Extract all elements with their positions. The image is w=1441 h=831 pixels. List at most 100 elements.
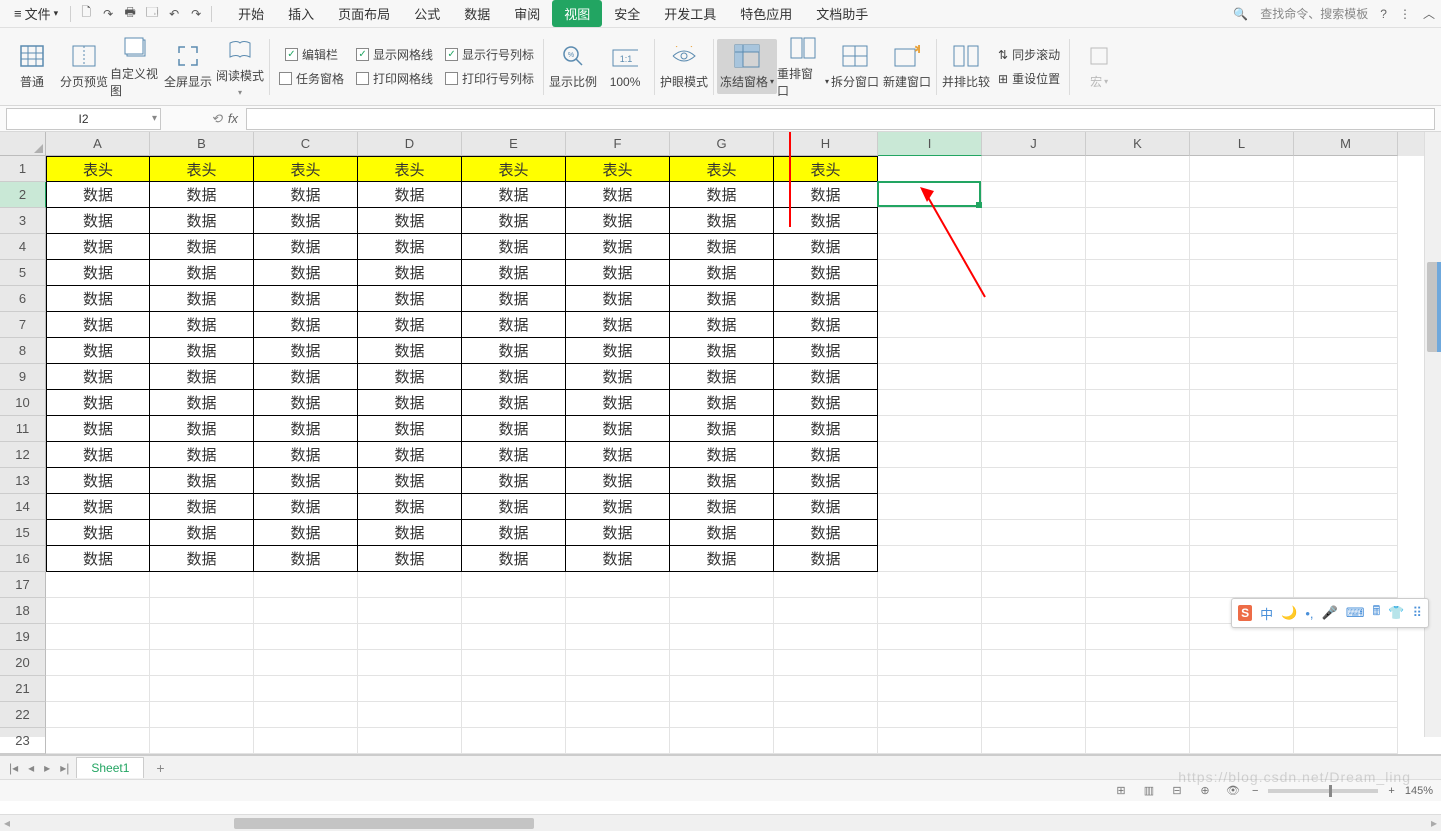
cell[interactable] (150, 728, 254, 754)
tab-开始[interactable]: 开始 (226, 0, 276, 27)
eye-protect-button[interactable]: 护眼模式 (658, 43, 710, 90)
cell[interactable]: 表头 (774, 156, 878, 182)
cell[interactable] (1190, 572, 1294, 598)
cell[interactable]: 数据 (358, 364, 462, 390)
cell[interactable]: 数据 (46, 416, 150, 442)
cell[interactable] (878, 208, 982, 234)
row-header-9[interactable]: 9 (0, 364, 46, 390)
cell[interactable]: 数据 (774, 338, 878, 364)
cell[interactable] (982, 728, 1086, 754)
tab-公式[interactable]: 公式 (402, 0, 452, 27)
formula-input[interactable] (246, 108, 1435, 130)
row-header-6[interactable]: 6 (0, 286, 46, 312)
cell[interactable]: 数据 (774, 182, 878, 208)
cell[interactable] (982, 676, 1086, 702)
cell[interactable]: 数据 (670, 338, 774, 364)
cell[interactable] (982, 702, 1086, 728)
cell[interactable]: 表头 (254, 156, 358, 182)
cell[interactable]: 数据 (774, 390, 878, 416)
cell[interactable] (46, 650, 150, 676)
cell[interactable]: 数据 (46, 338, 150, 364)
cell[interactable] (1086, 520, 1190, 546)
cell[interactable]: 表头 (670, 156, 774, 182)
cell[interactable] (878, 702, 982, 728)
cell[interactable]: 数据 (150, 338, 254, 364)
cell[interactable]: 数据 (462, 286, 566, 312)
search-placeholder[interactable]: 查找命令、搜索模板 (1260, 5, 1368, 22)
tab-视图[interactable]: 视图 (552, 0, 602, 27)
row-header-18[interactable]: 18 (0, 598, 46, 624)
qat-new-icon[interactable]: 🗋 (75, 4, 97, 24)
cell[interactable]: 数据 (566, 442, 670, 468)
cell[interactable] (1294, 416, 1398, 442)
sheet-nav-last[interactable]: ▸| (57, 761, 72, 775)
collapse-ribbon-icon[interactable]: ︿ (1423, 5, 1435, 22)
view-pagebreak-button[interactable]: 分页预览 (58, 43, 110, 90)
select-all-corner[interactable] (0, 132, 46, 156)
cell[interactable] (1294, 364, 1398, 390)
cell[interactable] (1190, 650, 1294, 676)
cell[interactable] (670, 728, 774, 754)
cell[interactable]: 数据 (462, 364, 566, 390)
cell[interactable] (150, 702, 254, 728)
cell[interactable] (774, 598, 878, 624)
sheet-nav-first[interactable]: |◂ (6, 761, 21, 775)
cell[interactable]: 数据 (670, 416, 774, 442)
cell[interactable] (358, 702, 462, 728)
cell[interactable] (254, 650, 358, 676)
cell[interactable]: 数据 (774, 286, 878, 312)
cell[interactable]: 数据 (46, 546, 150, 572)
new-window-button[interactable]: ✱ 新建窗口 (881, 43, 933, 90)
cell[interactable]: 数据 (358, 286, 462, 312)
cell[interactable]: 数据 (254, 234, 358, 260)
cell[interactable]: 数据 (670, 234, 774, 260)
cell[interactable]: 数据 (46, 182, 150, 208)
view-custom-button[interactable]: 自定义视图 (110, 35, 162, 99)
cell[interactable]: 数据 (774, 208, 878, 234)
cell[interactable]: 数据 (150, 182, 254, 208)
cell[interactable] (462, 702, 566, 728)
cell[interactable] (1294, 156, 1398, 182)
cell[interactable] (150, 572, 254, 598)
cell[interactable] (982, 520, 1086, 546)
cell[interactable] (982, 390, 1086, 416)
col-header-K[interactable]: K (1086, 132, 1190, 156)
check-show-rowcol[interactable]: 显示行号列标 (445, 44, 534, 66)
cell[interactable] (1086, 572, 1190, 598)
cell[interactable] (46, 676, 150, 702)
cell[interactable]: 数据 (462, 234, 566, 260)
tab-审阅[interactable]: 审阅 (502, 0, 552, 27)
zoom-value[interactable]: 145% (1405, 785, 1433, 797)
cell[interactable] (566, 702, 670, 728)
cell[interactable] (566, 728, 670, 754)
zoom-ratio-button[interactable]: % 显示比例 (547, 43, 599, 90)
cell[interactable] (46, 624, 150, 650)
cell[interactable]: 数据 (462, 442, 566, 468)
cell[interactable] (982, 572, 1086, 598)
cell[interactable] (1294, 546, 1398, 572)
cell[interactable]: 数据 (670, 390, 774, 416)
help-icon[interactable]: ? (1380, 7, 1387, 21)
col-header-J[interactable]: J (982, 132, 1086, 156)
cell[interactable]: 数据 (462, 520, 566, 546)
cell[interactable]: 数据 (254, 520, 358, 546)
cell[interactable] (1086, 728, 1190, 754)
cell[interactable]: 数据 (46, 208, 150, 234)
zoom-slider[interactable] (1268, 789, 1378, 793)
cell[interactable]: 数据 (670, 520, 774, 546)
cell[interactable]: 数据 (774, 442, 878, 468)
view-pagelayout-icon[interactable]: ▥ (1140, 783, 1158, 799)
row-header-5[interactable]: 5 (0, 260, 46, 286)
cell[interactable] (462, 624, 566, 650)
cell[interactable]: 数据 (462, 208, 566, 234)
cell[interactable] (1190, 182, 1294, 208)
cell[interactable] (878, 442, 982, 468)
cell[interactable] (982, 624, 1086, 650)
cell[interactable] (254, 728, 358, 754)
cell[interactable] (878, 364, 982, 390)
cell[interactable] (1190, 728, 1294, 754)
row-header-15[interactable]: 15 (0, 520, 46, 546)
cell[interactable]: 数据 (566, 494, 670, 520)
check-edit-bar[interactable]: 编辑栏 (285, 44, 338, 66)
col-header-C[interactable]: C (254, 132, 358, 156)
